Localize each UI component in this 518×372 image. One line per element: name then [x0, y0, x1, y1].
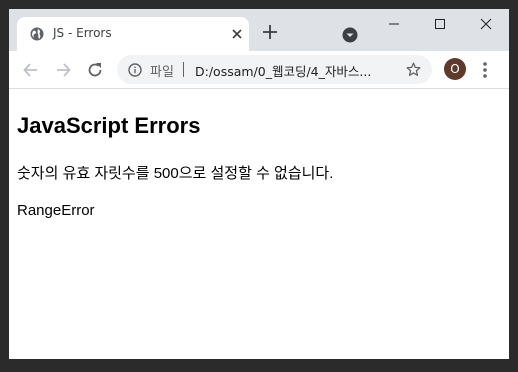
forward-arrow-icon[interactable]: [53, 60, 73, 80]
minimize-icon[interactable]: [384, 16, 404, 32]
bookmark-star-icon[interactable]: [405, 61, 422, 78]
more-menu-icon[interactable]: [481, 61, 489, 79]
close-tab-icon[interactable]: [230, 27, 244, 41]
back-arrow-icon[interactable]: [21, 60, 41, 80]
scheme-label: 파일: [150, 65, 174, 80]
url-text[interactable]: D:/ossam/0_웹코딩/4_자바스...: [195, 61, 393, 80]
address-bar[interactable]: 파일 D:/ossam/0_웹코딩/4_자바스...: [117, 55, 432, 84]
address-separator: [183, 62, 184, 77]
error-name-text: RangeError: [17, 202, 95, 219]
window-close-icon[interactable]: [476, 16, 496, 32]
tab-strip: JS - Errors: [9, 9, 509, 51]
profile-avatar[interactable]: O: [444, 58, 466, 80]
reload-icon[interactable]: [85, 60, 105, 80]
page-heading: JavaScript Errors: [17, 113, 201, 138]
browser-window: JS - Errors 파일 D:/ossam/0_웹코딩/4_자바스... O…: [9, 9, 509, 359]
maximize-icon[interactable]: [430, 16, 450, 32]
new-tab-icon[interactable]: [262, 24, 278, 40]
info-icon[interactable]: [128, 63, 142, 77]
tab-title: JS - Errors: [53, 26, 112, 40]
browser-tab[interactable]: JS - Errors: [17, 17, 249, 51]
toolbar: 파일 D:/ossam/0_웹코딩/4_자바스... O: [9, 51, 509, 89]
globe-icon: [30, 27, 44, 41]
error-message-text: 숫자의 유효 자릿수를 500으로 설정할 수 없습니다.: [17, 165, 334, 182]
tab-search-icon[interactable]: [342, 27, 358, 43]
page-content: JavaScript Errors 숫자의 유효 자릿수를 500으로 설정할 …: [9, 89, 509, 359]
